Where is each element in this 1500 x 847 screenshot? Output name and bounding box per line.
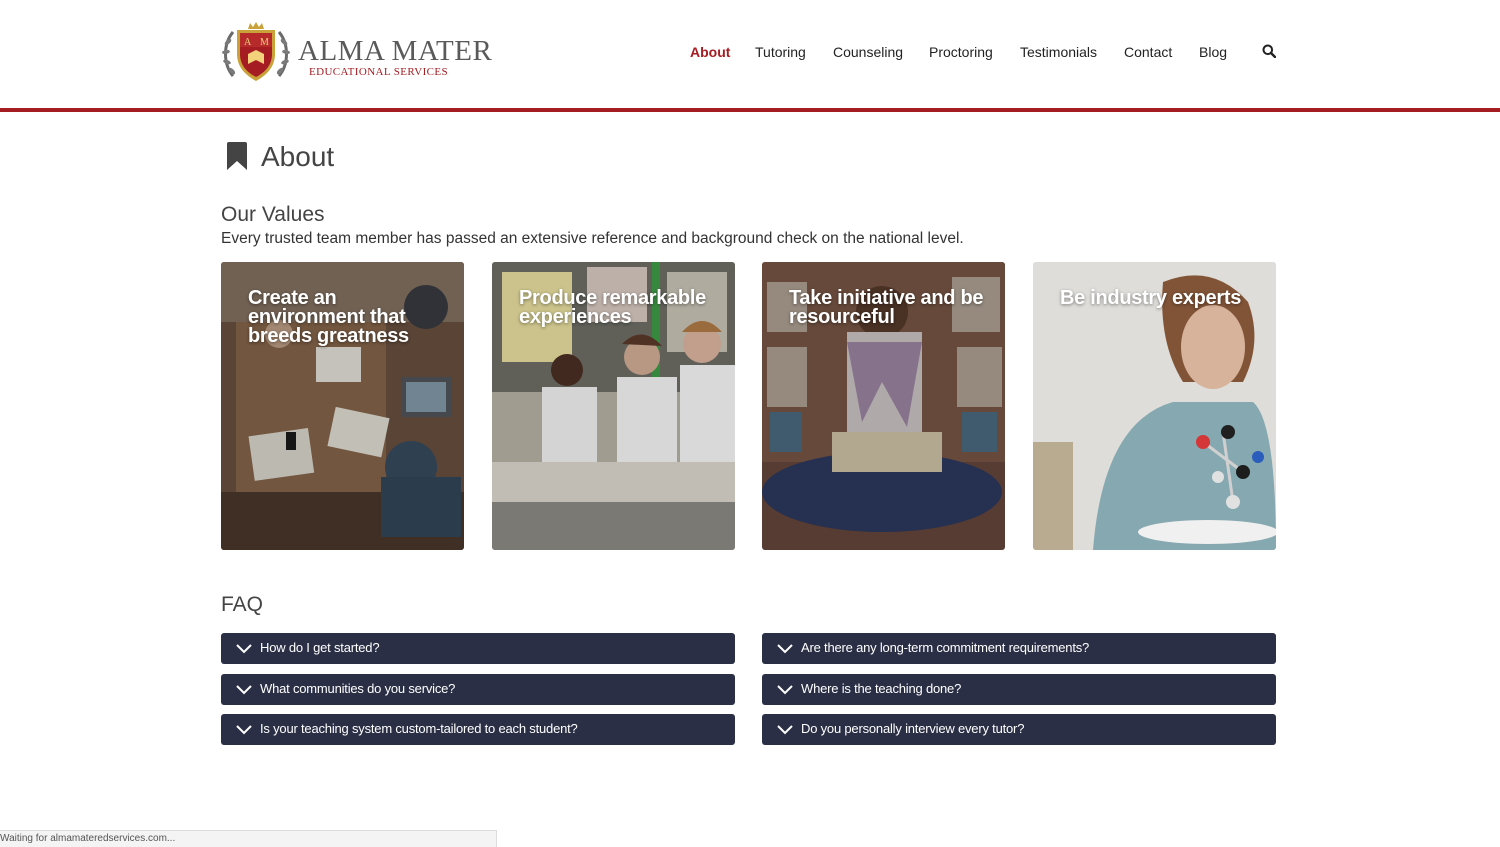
chevron-down-icon [777, 644, 793, 654]
brand-subtitle: EDUCATIONAL SERVICES [309, 66, 449, 78]
chevron-down-icon [236, 725, 252, 735]
chevron-down-icon [777, 725, 793, 735]
status-text: Waiting for almamateredservices.com... [0, 833, 176, 844]
value-card-title: Be industry experts [1060, 287, 1242, 309]
page-title-text: About [261, 141, 335, 172]
faq-question: Where is the teaching done? [801, 681, 962, 696]
header-divider [0, 108, 1500, 112]
faq-question: Is your teaching system custom-tailored … [260, 721, 578, 736]
nav-item-about[interactable]: About [690, 44, 730, 60]
value-card-title: Produce remarkable experiences [519, 287, 706, 328]
faq-item-interview-tutor[interactable]: Do you personally interview every tutor? [762, 714, 1276, 745]
browser-status-bar: Waiting for almamateredservices.com... [0, 830, 497, 847]
svg-text:A: A [244, 37, 252, 48]
value-card-title: Take initiative and be resourceful [789, 287, 984, 328]
value-card-environment[interactable]: Create an environment that breeds greatn… [221, 262, 464, 550]
nav-item-contact[interactable]: Contact [1124, 44, 1172, 60]
value-card-experiences[interactable]: Produce remarkable experiences [492, 262, 735, 550]
nav-item-blog[interactable]: Blog [1199, 44, 1227, 60]
value-card-experts[interactable]: Be industry experts [1033, 262, 1276, 550]
brand-logo[interactable]: A M ALMA MATER EDUCATIONAL SERVICES [221, 20, 492, 86]
brand-name: ALMA MATER [298, 35, 493, 67]
faq-question: Are there any long-term commitment requi… [801, 640, 1090, 655]
faq-item-commitment[interactable]: Are there any long-term commitment requi… [762, 633, 1276, 664]
bookmark-icon [227, 142, 247, 170]
nav-item-proctoring[interactable]: Proctoring [929, 44, 993, 60]
site-header: A M ALMA MATER EDUCATIONAL SERVICES Abou… [0, 0, 1500, 109]
faq-question: Do you personally interview every tutor? [801, 721, 1025, 736]
nav-item-testimonials[interactable]: Testimonials [1020, 44, 1097, 60]
svg-text:M: M [260, 37, 269, 48]
value-card-title: Create an environment that breeds greatn… [248, 287, 409, 347]
chevron-down-icon [236, 685, 252, 695]
faq-item-get-started[interactable]: How do I get started? [221, 633, 735, 664]
chevron-down-icon [777, 685, 793, 695]
values-heading: Our Values [221, 203, 325, 226]
faq-question: How do I get started? [260, 640, 380, 655]
nav-item-tutoring[interactable]: Tutoring [755, 44, 806, 60]
faq-heading: FAQ [221, 593, 264, 616]
values-subheading: Every trusted team member has passed an … [221, 230, 964, 247]
faq-item-custom-tailored[interactable]: Is your teaching system custom-tailored … [221, 714, 735, 745]
search-icon[interactable] [1262, 44, 1276, 58]
chevron-down-icon [236, 644, 252, 654]
value-card-initiative[interactable]: Take initiative and be resourceful [762, 262, 1005, 550]
faq-item-teaching-location[interactable]: Where is the teaching done? [762, 674, 1276, 705]
crest-icon: A M [222, 22, 290, 81]
nav-item-counseling[interactable]: Counseling [833, 44, 903, 60]
faq-item-communities[interactable]: What communities do you service? [221, 674, 735, 705]
faq-question: What communities do you service? [260, 681, 456, 696]
